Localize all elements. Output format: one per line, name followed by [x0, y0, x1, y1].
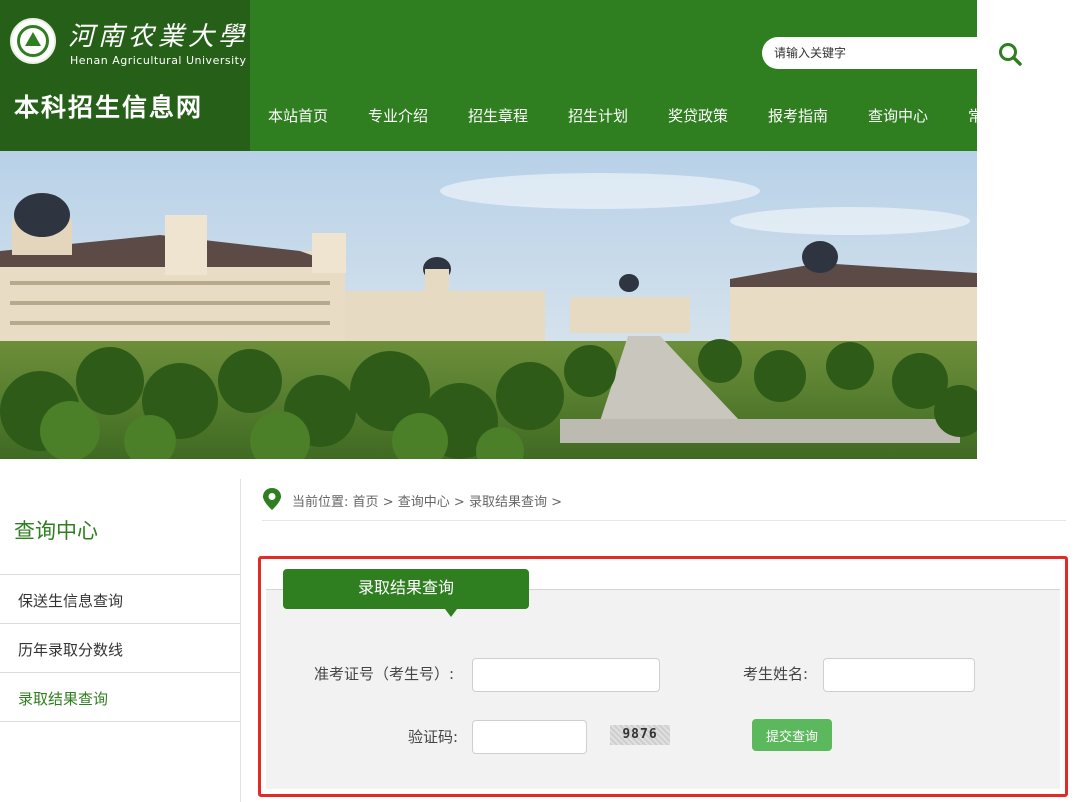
breadcrumb-separator: > — [453, 495, 465, 510]
sidebar-title: 查询中心 — [14, 519, 98, 543]
nav-item-majors[interactable]: 专业介绍 — [368, 98, 428, 138]
breadcrumb-admission-result[interactable]: 录取结果查询 — [469, 495, 547, 510]
sidebar-item-admission-result[interactable]: 录取结果查询 — [18, 688, 108, 709]
divider — [262, 520, 1066, 521]
breadcrumb-home[interactable]: 首页 — [353, 495, 379, 510]
divider — [0, 623, 240, 624]
exam-id-input[interactable] — [472, 658, 660, 692]
captcha-input[interactable] — [472, 720, 587, 754]
divider — [0, 721, 240, 722]
main-nav: 本站首页 专业介绍 招生章程 招生计划 奖贷政策 报考指南 查询中心 常 — [250, 98, 977, 138]
breadcrumb-separator: > — [382, 495, 394, 510]
campus-banner-image — [0, 151, 977, 459]
student-name-label: 考生姓名: — [743, 665, 809, 683]
sidebar-item-historical-scores[interactable]: 历年录取分数线 — [18, 639, 123, 660]
student-name-input[interactable] — [823, 658, 975, 692]
nav-item-query-center[interactable]: 查询中心 — [868, 98, 928, 138]
nav-item-regulations[interactable]: 招生章程 — [468, 98, 528, 138]
form-area: 准考证号（考生号）: 考生姓名: 验证码: 9876 提交查询 — [266, 589, 1060, 789]
location-pin-icon — [263, 488, 281, 510]
logo-area[interactable]: 河南农業大學 Henan Agricultural University 本科招… — [0, 0, 250, 151]
search-icon[interactable] — [996, 40, 1024, 68]
breadcrumb-prefix: 当前位置: — [292, 495, 349, 510]
sidebar-item-recommended-students[interactable]: 保送生信息查询 — [18, 590, 123, 611]
nav-item-home[interactable]: 本站首页 — [268, 98, 328, 138]
university-emblem-icon — [10, 18, 56, 64]
nav-item-guide[interactable]: 报考指南 — [768, 98, 828, 138]
site-header: 河南农業大學 Henan Agricultural University 本科招… — [0, 0, 1022, 151]
panel-tab-title: 录取结果查询 — [283, 569, 529, 609]
university-name-cn: 河南农業大學 — [68, 22, 249, 52]
divider — [0, 574, 240, 575]
sidebar: 查询中心 保送生信息查询 历年录取分数线 录取结果查询 — [0, 479, 241, 802]
exam-id-label: 准考证号（考生号）: — [314, 665, 455, 683]
search-input[interactable] — [762, 37, 977, 69]
nav-item-scholarship[interactable]: 奖贷政策 — [668, 98, 728, 138]
site-name: 本科招生信息网 — [14, 93, 204, 122]
nav-item-more[interactable]: 常 — [968, 98, 977, 138]
admission-query-panel: 准考证号（考生号）: 考生姓名: 验证码: 9876 提交查询 录取结果查询 — [258, 556, 1068, 797]
submit-query-button[interactable]: 提交查询 — [752, 719, 832, 751]
nav-item-plan[interactable]: 招生计划 — [568, 98, 628, 138]
captcha-image[interactable]: 9876 — [610, 725, 670, 745]
breadcrumb-query-center[interactable]: 查询中心 — [398, 495, 450, 510]
divider — [0, 672, 240, 673]
breadcrumb-separator: > — [551, 495, 562, 510]
tab-pointer-icon — [445, 609, 457, 617]
university-name-en: Henan Agricultural University — [70, 54, 247, 67]
captcha-label: 验证码: — [408, 728, 459, 746]
